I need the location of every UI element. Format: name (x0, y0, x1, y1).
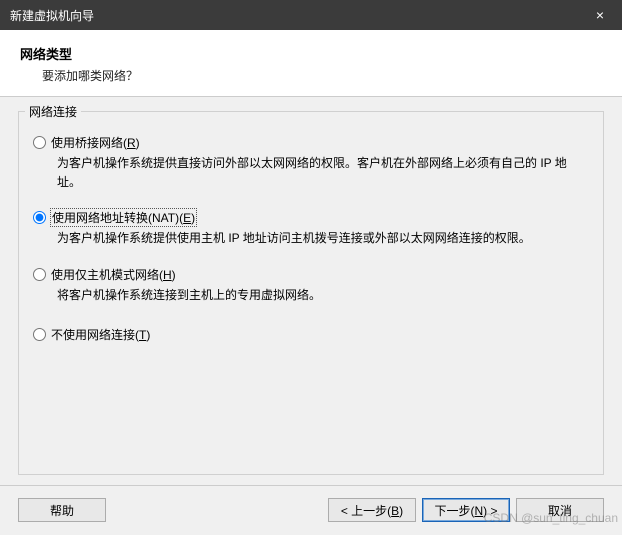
radio-hostonly-desc: 将客户机操作系统连接到主机上的专用虚拟网络。 (57, 286, 587, 305)
cancel-button[interactable]: 取消 (516, 498, 604, 522)
page-subtitle: 要添加哪类网络？ (42, 67, 602, 84)
wizard-footer: 帮助 < 上一步(B) 下一步(N) > 取消 (0, 485, 622, 534)
radio-hostonly[interactable]: 使用仅主机模式网络(H) (33, 266, 589, 283)
option-bridged: 使用桥接网络(R) 为客户机操作系统提供直接访问外部以太网网络的权限。客户机在外… (33, 134, 589, 191)
option-nat: 使用网络地址转换(NAT)(E) 为客户机操作系统提供使用主机 IP 地址访问主… (33, 209, 589, 248)
radio-none-label: 不使用网络连接(T) (51, 326, 150, 343)
radio-hostonly-input[interactable] (33, 268, 46, 281)
radio-nat-label: 使用网络地址转换(NAT)(E) (51, 209, 196, 226)
window-title: 新建虚拟机向导 (10, 7, 94, 24)
titlebar: 新建虚拟机向导 × (0, 0, 622, 30)
radio-nat[interactable]: 使用网络地址转换(NAT)(E) (33, 209, 589, 226)
radio-bridged-desc: 为客户机操作系统提供直接访问外部以太网网络的权限。客户机在外部网络上必须有自己的… (57, 154, 587, 191)
radio-bridged-input[interactable] (33, 136, 46, 149)
close-icon: × (596, 7, 604, 23)
radio-bridged-label: 使用桥接网络(R) (51, 134, 140, 151)
radio-none-input[interactable] (33, 328, 46, 341)
next-button[interactable]: 下一步(N) > (422, 498, 510, 522)
option-hostonly: 使用仅主机模式网络(H) 将客户机操作系统连接到主机上的专用虚拟网络。 (33, 266, 589, 305)
radio-bridged[interactable]: 使用桥接网络(R) (33, 134, 589, 151)
radio-hostonly-label: 使用仅主机模式网络(H) (51, 266, 176, 283)
back-button[interactable]: < 上一步(B) (328, 498, 416, 522)
wizard-header: 网络类型 要添加哪类网络？ (0, 30, 622, 97)
groupbox-legend: 网络连接 (25, 103, 81, 120)
close-button[interactable]: × (578, 0, 622, 30)
option-none: 不使用网络连接(T) (33, 326, 589, 343)
help-button[interactable]: 帮助 (18, 498, 106, 522)
radio-nat-input[interactable] (33, 211, 46, 224)
radio-nat-desc: 为客户机操作系统提供使用主机 IP 地址访问主机拨号连接或外部以太网网络连接的权… (57, 229, 587, 248)
page-title: 网络类型 (20, 44, 602, 63)
network-groupbox: 网络连接 使用桥接网络(R) 为客户机操作系统提供直接访问外部以太网网络的权限。… (18, 111, 604, 475)
radio-none[interactable]: 不使用网络连接(T) (33, 326, 589, 343)
wizard-body: 网络连接 使用桥接网络(R) 为客户机操作系统提供直接访问外部以太网网络的权限。… (0, 97, 622, 485)
